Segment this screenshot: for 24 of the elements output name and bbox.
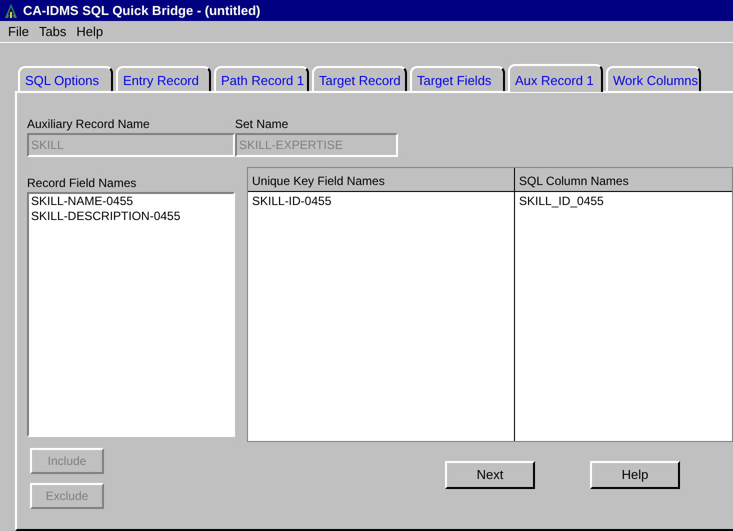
list-item[interactable]: SKILL-DESCRIPTION-0455	[31, 209, 231, 224]
column-header[interactable]: Unique Key Field Names	[248, 168, 514, 192]
table-cell-text: SKILL-ID-0455	[251, 193, 332, 208]
window-title: CA-IDMS SQL Quick Bridge - (untitled)	[23, 2, 260, 20]
action-button[interactable]: Next	[445, 461, 535, 489]
field-label: Record Field Names	[27, 175, 138, 192]
tab[interactable]: Path Record 1	[214, 66, 309, 91]
tab[interactable]: SQL Options	[18, 66, 113, 91]
field-list[interactable]: SKILL-NAME-0455 SKILL-DESCRIPTION-0455	[27, 192, 235, 437]
menu-item[interactable]: Help	[76, 22, 104, 42]
menu-item[interactable]: File	[8, 22, 29, 42]
tab[interactable]: Entry Record	[116, 66, 211, 91]
action-button[interactable]: Help	[590, 461, 680, 489]
tab[interactable]: Work Columns	[606, 66, 701, 91]
column-header[interactable]: SQL Column Names	[515, 168, 732, 192]
list-item[interactable]: SKILL-NAME-0455	[31, 194, 231, 209]
menu-item[interactable]: Tabs	[38, 22, 66, 42]
app-icon	[3, 2, 19, 18]
tab[interactable]: Target Fields	[410, 66, 505, 91]
tab[interactable]: Aux Record 1	[508, 64, 603, 92]
tab[interactable]: Target Record	[312, 66, 407, 91]
table-cell-text: SKILL_ID_0455	[518, 193, 605, 208]
field-label: Set Name	[235, 116, 290, 133]
field-label: Auxiliary Record Name	[27, 116, 151, 133]
